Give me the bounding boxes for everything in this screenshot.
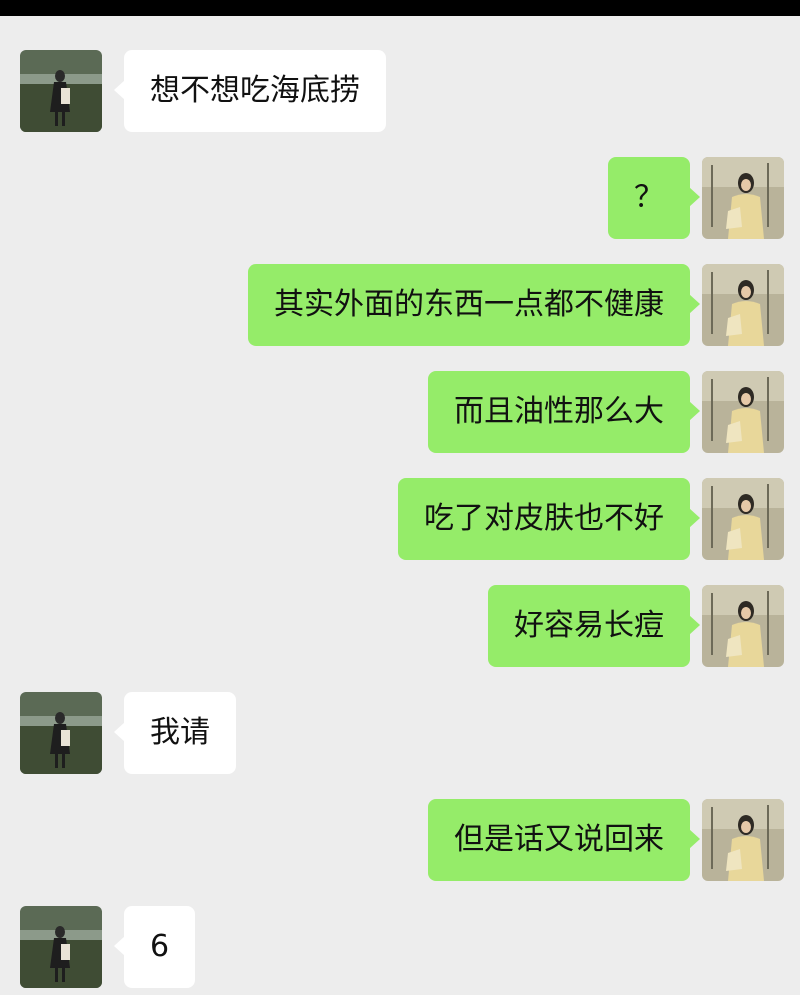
status-bar <box>0 0 800 16</box>
message-bubble[interactable]: 我请 <box>114 692 236 774</box>
chat-message-list[interactable]: 想不想吃海底捞 ？ 其实外面的东西一点都不健康 而且油性那么大 吃了对皮肤也不好… <box>0 16 800 995</box>
my-avatar-icon[interactable] <box>702 478 784 560</box>
message-bubble[interactable]: 而且油性那么大 <box>428 371 700 453</box>
message-row-sent: 吃了对皮肤也不好 <box>0 478 800 562</box>
message-row-sent: 而且油性那么大 <box>0 371 800 455</box>
contact-avatar-icon[interactable] <box>20 906 102 988</box>
message-row-sent: 其实外面的东西一点都不健康 <box>0 264 800 348</box>
message-bubble[interactable]: 其实外面的东西一点都不健康 <box>248 264 700 346</box>
message-row-sent: 但是话又说回来 <box>0 799 800 883</box>
my-avatar-icon[interactable] <box>702 585 784 667</box>
message-bubble[interactable]: 但是话又说回来 <box>428 799 700 881</box>
message-bubble[interactable]: 6 <box>113 906 196 988</box>
message-row-received: 我请 <box>0 692 800 776</box>
message-bubble[interactable]: 吃了对皮肤也不好 <box>398 478 700 560</box>
message-bubble[interactable]: ？ <box>608 157 700 239</box>
contact-avatar-icon[interactable] <box>20 50 102 132</box>
my-avatar-icon[interactable] <box>702 799 784 881</box>
message-row-sent: ？ <box>0 157 800 241</box>
my-avatar-icon[interactable] <box>702 371 784 453</box>
message-row-sent: 好容易长痘 <box>0 585 800 669</box>
my-avatar-icon[interactable] <box>702 157 784 239</box>
contact-avatar-icon[interactable] <box>20 692 102 774</box>
message-bubble[interactable]: 好容易长痘 <box>488 585 700 667</box>
message-bubble[interactable]: 想不想吃海底捞 <box>114 50 386 132</box>
my-avatar-icon[interactable] <box>702 264 784 346</box>
message-row-received: 想不想吃海底捞 <box>0 50 800 134</box>
message-row-received: 6 <box>0 906 800 990</box>
